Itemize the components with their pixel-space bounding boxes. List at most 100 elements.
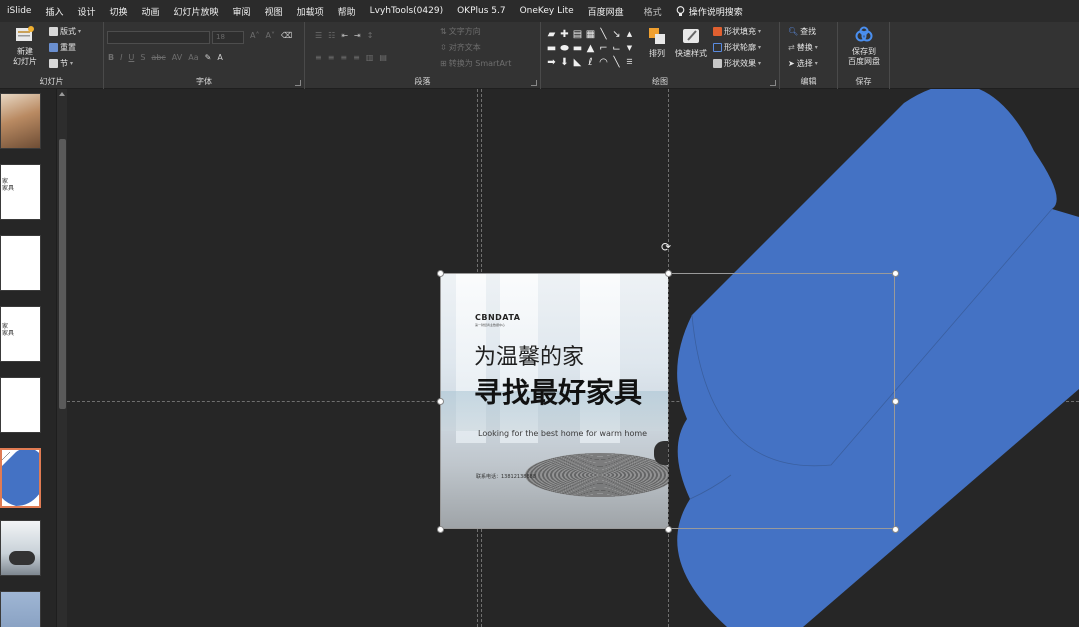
handle-bottom-center[interactable] xyxy=(665,526,672,533)
thumbnails-scrollbar[interactable] xyxy=(56,89,67,627)
strikethrough-icon[interactable]: abc xyxy=(151,53,165,62)
tab-help[interactable]: 帮助 xyxy=(331,5,363,18)
arc-shape-icon[interactable]: ◠ xyxy=(597,55,610,69)
drawing-dialog-launcher[interactable] xyxy=(770,80,776,86)
freeform-shape-icon[interactable]: ℓ xyxy=(584,55,597,69)
slide-thumbnail-2[interactable]: 家 家具 xyxy=(0,164,41,220)
scroll-up-arrow-icon[interactable] xyxy=(59,92,65,96)
tab-okplus[interactable]: OKPlus 5.7 xyxy=(450,6,512,16)
tab-onekey[interactable]: OneKey Lite xyxy=(513,6,581,16)
shapes-gallery[interactable]: ▰ ✚ ▤ ▦ ╲ ↘ ▲ ▬ ⬬ ▬ ▲ ⌐ ⌙ ▼ ➡ ⬇ ◣ ℓ ◠ ╲ ☰ xyxy=(545,27,640,71)
slide-thumbnail-6-active[interactable] xyxy=(0,448,41,508)
layout-button[interactable]: 版式 ▾ xyxy=(49,26,81,37)
font-size-combo[interactable]: 18 xyxy=(212,31,244,44)
rect-shape-icon[interactable]: ▤ xyxy=(571,27,584,41)
slide-canvas[interactable]: CBNDATA 第一财经商业数据中心 为温馨的家 寻找最好家具 Looking … xyxy=(67,89,1079,627)
align-right-icon[interactable]: ≡ xyxy=(340,53,347,62)
font-name-combo[interactable] xyxy=(107,31,210,44)
convert-smartart-button[interactable]: ⊞ 转换为 SmartArt xyxy=(440,58,511,69)
text-direction-button[interactable]: ⇅ 文字方向 xyxy=(440,26,481,37)
oval-shape-icon[interactable]: ⬬ xyxy=(558,41,571,55)
tab-lvyhtools[interactable]: LvyhTools(0429) xyxy=(363,6,450,16)
change-case-icon[interactable]: Aa xyxy=(188,53,198,62)
shape-outline-button[interactable]: 形状轮廓 ▾ xyxy=(713,42,761,53)
align-text-button[interactable]: ⇳ 对齐文本 xyxy=(440,42,481,53)
gallery-up-icon[interactable]: ▲ xyxy=(623,27,636,41)
font-color-icon[interactable]: A xyxy=(217,53,222,62)
scroll-thumb[interactable] xyxy=(59,139,66,409)
grow-font-icon[interactable]: A˄ xyxy=(250,31,259,40)
char-spacing-icon[interactable]: AV xyxy=(172,53,182,62)
slide-thumbnail-1[interactable] xyxy=(0,93,41,149)
handle-bottom-right[interactable] xyxy=(892,526,899,533)
arrow-line-shape-icon[interactable]: ↘ xyxy=(610,27,623,41)
tab-addins[interactable]: 加载项 xyxy=(290,5,331,18)
select-button[interactable]: ➤ 选择 ▾ xyxy=(788,58,818,69)
quick-styles-button[interactable]: 快速样式 xyxy=(672,26,710,59)
slide-thumbnail-8[interactable] xyxy=(0,591,41,627)
handle-middle-right[interactable] xyxy=(892,398,899,405)
handle-middle-left[interactable] xyxy=(437,398,444,405)
selection-frame[interactable] xyxy=(440,273,895,529)
handle-top-right[interactable] xyxy=(892,270,899,277)
align-left-icon[interactable]: ≡ xyxy=(315,53,322,62)
handle-top-left[interactable] xyxy=(437,270,444,277)
table-shape-icon[interactable]: ▦ xyxy=(584,27,597,41)
columns-icon[interactable]: ▥ xyxy=(366,53,374,62)
find-button[interactable]: 🔍︎ 查找 xyxy=(788,26,816,37)
align-center-icon[interactable]: ≡ xyxy=(328,53,335,62)
tab-insert[interactable]: 插入 xyxy=(38,5,70,18)
tab-view[interactable]: 视图 xyxy=(258,5,290,18)
tab-baidu[interactable]: 百度网盘 xyxy=(581,5,631,18)
slide-thumbnail-4[interactable]: 家 家具 xyxy=(0,306,41,362)
plus-shape-icon[interactable]: ✚ xyxy=(558,27,571,41)
shadow-icon[interactable]: S xyxy=(140,53,145,62)
slide-thumbnail-3[interactable] xyxy=(0,235,41,291)
elbow-arrow-icon[interactable]: ⌙ xyxy=(610,41,623,55)
shrink-font-icon[interactable]: A˅ xyxy=(265,31,274,40)
clear-format-icon[interactable]: ⌫ xyxy=(281,31,292,40)
text-box-icon[interactable]: ▤ xyxy=(379,53,387,62)
section-button[interactable]: 节 ▾ xyxy=(49,58,73,69)
shape-effects-button[interactable]: 形状效果 ▾ xyxy=(713,58,761,69)
line-shape-icon[interactable]: ╲ xyxy=(597,27,610,41)
tab-transitions[interactable]: 切换 xyxy=(103,5,135,18)
parallelogram-shape-icon[interactable]: ▰ xyxy=(545,27,558,41)
increase-indent-icon[interactable]: ⇥ xyxy=(354,31,361,40)
arrange-button[interactable]: 排列 xyxy=(645,26,669,59)
bold-icon[interactable]: B xyxy=(108,53,114,62)
font-dialog-launcher[interactable] xyxy=(295,80,301,86)
decrease-indent-icon[interactable]: ⇤ xyxy=(341,31,348,40)
elbow-connector-icon[interactable]: ⌐ xyxy=(597,41,610,55)
triangle-shape-icon[interactable]: ▲ xyxy=(584,41,597,55)
handle-top-center[interactable] xyxy=(665,270,672,277)
underline-icon[interactable]: U xyxy=(128,53,134,62)
paragraph-dialog-launcher[interactable] xyxy=(531,80,537,86)
bullets-icon[interactable]: ☰ xyxy=(315,31,322,40)
reset-button[interactable]: 重置 xyxy=(49,42,76,53)
replace-button[interactable]: ⇄ 替换 ▾ xyxy=(788,42,818,53)
rounded-rect-shape-icon[interactable]: ▬ xyxy=(571,41,584,55)
handle-bottom-left[interactable] xyxy=(437,526,444,533)
shape-fill-button[interactable]: 形状填充 ▾ xyxy=(713,26,761,37)
rectangle-shape-icon[interactable]: ▬ xyxy=(545,41,558,55)
curve-shape-icon[interactable]: ╲ xyxy=(610,55,623,69)
save-to-baidu-button[interactable]: 保存到 百度网盘 xyxy=(843,26,885,67)
gallery-down-icon[interactable]: ▼ xyxy=(623,41,636,55)
gallery-more-icon[interactable]: ☰ xyxy=(623,55,636,69)
right-arrow-shape-icon[interactable]: ➡ xyxy=(545,55,558,69)
numbering-icon[interactable]: ☷ xyxy=(328,31,335,40)
tab-slideshow[interactable]: 幻灯片放映 xyxy=(167,5,226,18)
new-slide-button[interactable]: 新建 幻灯片 xyxy=(8,26,42,67)
slide-thumbnail-7[interactable] xyxy=(0,520,41,576)
tell-me-search[interactable]: 操作说明搜索 xyxy=(669,5,750,18)
line-spacing-icon[interactable]: ↕ xyxy=(367,31,374,40)
tab-islide[interactable]: iSlide xyxy=(0,6,38,16)
tab-animations[interactable]: 动画 xyxy=(135,5,167,18)
slide-thumbnail-5[interactable] xyxy=(0,377,41,433)
highlight-icon[interactable]: ✎ xyxy=(205,53,212,62)
down-arrow-shape-icon[interactable]: ⬇ xyxy=(558,55,571,69)
rotate-handle-icon[interactable]: ⟳ xyxy=(661,241,673,253)
tab-design[interactable]: 设计 xyxy=(70,5,102,18)
flowchart-shape-icon[interactable]: ◣ xyxy=(571,55,584,69)
